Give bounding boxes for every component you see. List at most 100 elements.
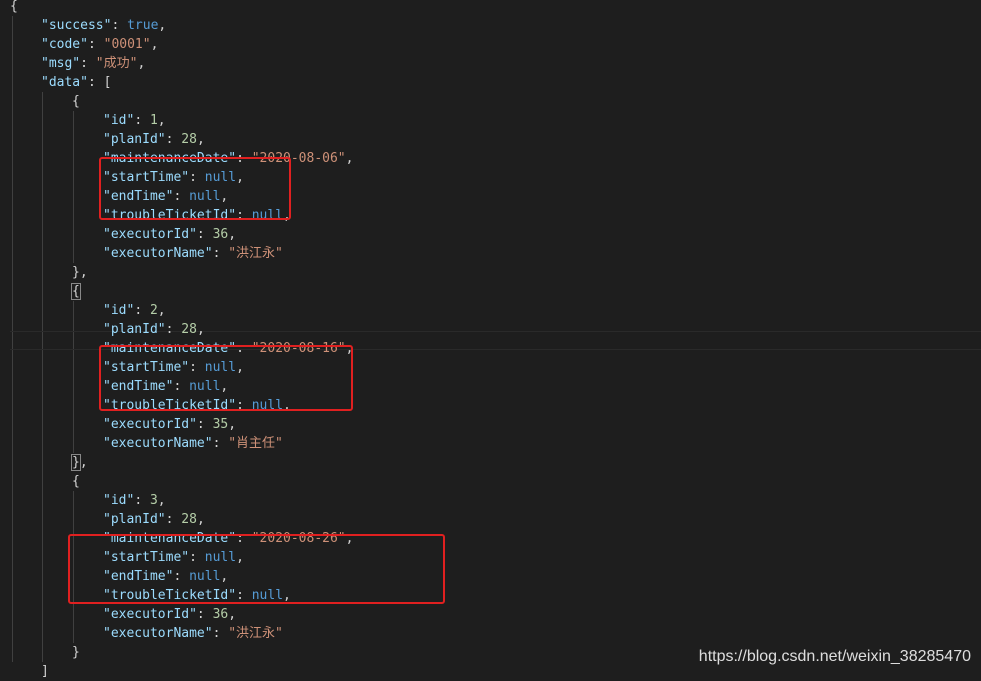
- json-punctuation: :: [134, 303, 150, 318]
- json-key: "planId": [103, 322, 166, 337]
- json-key: "executorName": [103, 436, 213, 451]
- json-punctuation: ,: [137, 56, 146, 71]
- json-key: "data": [41, 75, 88, 90]
- json-punctuation: ,: [228, 607, 237, 622]
- json-number: 28: [181, 322, 197, 337]
- json-punctuation: ,: [196, 512, 205, 527]
- json-number: 1: [149, 113, 158, 128]
- json-punctuation: :: [165, 322, 182, 337]
- json-number: 3: [149, 493, 158, 508]
- json-punctuation: ]: [41, 664, 49, 679]
- json-keyword: true: [127, 18, 159, 33]
- json-key: "msg": [41, 56, 81, 71]
- json-punctuation: :: [196, 417, 213, 432]
- json-punctuation: ,: [150, 37, 159, 52]
- code-line: "executorId": 35,: [103, 415, 236, 434]
- json-punctuation: {: [72, 474, 80, 489]
- json-punctuation: :: [165, 512, 182, 527]
- json-punctuation: {: [72, 94, 80, 109]
- json-key: "success": [41, 18, 112, 33]
- json-key: "executorName": [103, 626, 213, 641]
- matched-bracket: }: [71, 454, 81, 471]
- code-line: "planId": 28,: [103, 130, 205, 149]
- code-line: "planId": 28,: [103, 320, 205, 339]
- code-line: {: [72, 472, 80, 491]
- json-punctuation: },: [72, 265, 88, 280]
- json-punctuation: ,: [228, 227, 237, 242]
- json-number: 2: [149, 303, 158, 318]
- json-number: 36: [212, 607, 229, 622]
- code-line: "planId": 28,: [103, 510, 205, 529]
- json-punctuation: :: [196, 227, 213, 242]
- json-key: "planId": [103, 512, 166, 527]
- code-line: },: [71, 453, 88, 472]
- indent-guide: [73, 111, 74, 263]
- json-punctuation: ,: [157, 113, 166, 128]
- highlight-box-2: [99, 345, 353, 411]
- json-string: "洪江永": [228, 626, 283, 641]
- json-punctuation: :: [196, 607, 213, 622]
- code-line: },: [72, 263, 88, 282]
- json-number: 36: [212, 227, 229, 242]
- watermark-url: https://blog.csdn.net/weixin_38285470: [698, 648, 971, 665]
- code-line: "executorName": "肖主任": [103, 434, 283, 453]
- code-line: "msg": "成功",: [41, 54, 145, 73]
- json-punctuation: :: [165, 132, 182, 147]
- json-punctuation: ,: [79, 455, 88, 470]
- json-key: "id": [103, 303, 135, 318]
- json-number: 35: [212, 417, 229, 432]
- code-line: "executorId": 36,: [103, 225, 236, 244]
- json-number: 28: [181, 132, 197, 147]
- code-line: "executorName": "洪江永": [103, 624, 283, 643]
- json-punctuation: ,: [196, 322, 205, 337]
- json-punctuation: :: [134, 113, 150, 128]
- json-punctuation: }: [72, 645, 80, 660]
- json-key: "executorId": [103, 417, 197, 432]
- json-punctuation: :: [212, 626, 229, 641]
- json-key: "code": [41, 37, 88, 52]
- json-key: "executorName": [103, 246, 213, 261]
- json-string: "成功": [95, 56, 138, 71]
- json-key: "id": [103, 113, 135, 128]
- code-line: "executorName": "洪江永": [103, 244, 283, 263]
- json-punctuation: :: [80, 56, 96, 71]
- code-editor[interactable]: {"success": true, "code": "0001", "msg": "…: [0, 0, 981, 679]
- json-punctuation: :: [212, 436, 229, 451]
- code-line: "id": 3,: [103, 491, 166, 510]
- highlight-box-3: [68, 534, 445, 604]
- code-line: "id": 1,: [103, 111, 166, 130]
- json-punctuation: ,: [196, 132, 205, 147]
- json-punctuation: :: [87, 37, 104, 52]
- json-string: "肖主任": [228, 436, 283, 451]
- json-punctuation: :: [212, 246, 229, 261]
- json-punctuation: ,: [158, 18, 167, 33]
- json-key: "id": [103, 493, 135, 508]
- code-line: {: [10, 0, 18, 16]
- code-line: {: [72, 92, 80, 111]
- indent-guide: [42, 92, 43, 662]
- code-line: "code": "0001",: [41, 35, 158, 54]
- code-line: ]: [41, 662, 49, 681]
- code-line: }: [72, 643, 80, 662]
- json-punctuation: ,: [157, 303, 166, 318]
- code-line: {: [71, 282, 81, 301]
- matched-bracket: {: [71, 283, 81, 300]
- json-punctuation: ,: [345, 151, 354, 166]
- indent-guide: [73, 301, 74, 453]
- json-key: "executorId": [103, 607, 197, 622]
- highlight-box-1: [99, 157, 291, 220]
- json-punctuation: {: [10, 0, 18, 14]
- json-punctuation: :: [111, 18, 128, 33]
- json-punctuation: :: [134, 493, 150, 508]
- json-punctuation: ,: [228, 417, 237, 432]
- json-string: "洪江永": [228, 246, 283, 261]
- code-line: "executorId": 36,: [103, 605, 236, 624]
- json-punctuation: ,: [157, 493, 166, 508]
- json-key: "executorId": [103, 227, 197, 242]
- json-number: 28: [181, 512, 197, 527]
- code-line: "data": [: [41, 73, 111, 92]
- json-punctuation: : [: [87, 75, 112, 90]
- code-line: "id": 2,: [103, 301, 166, 320]
- json-string: "0001": [103, 37, 151, 52]
- code-line: "success": true,: [41, 16, 166, 35]
